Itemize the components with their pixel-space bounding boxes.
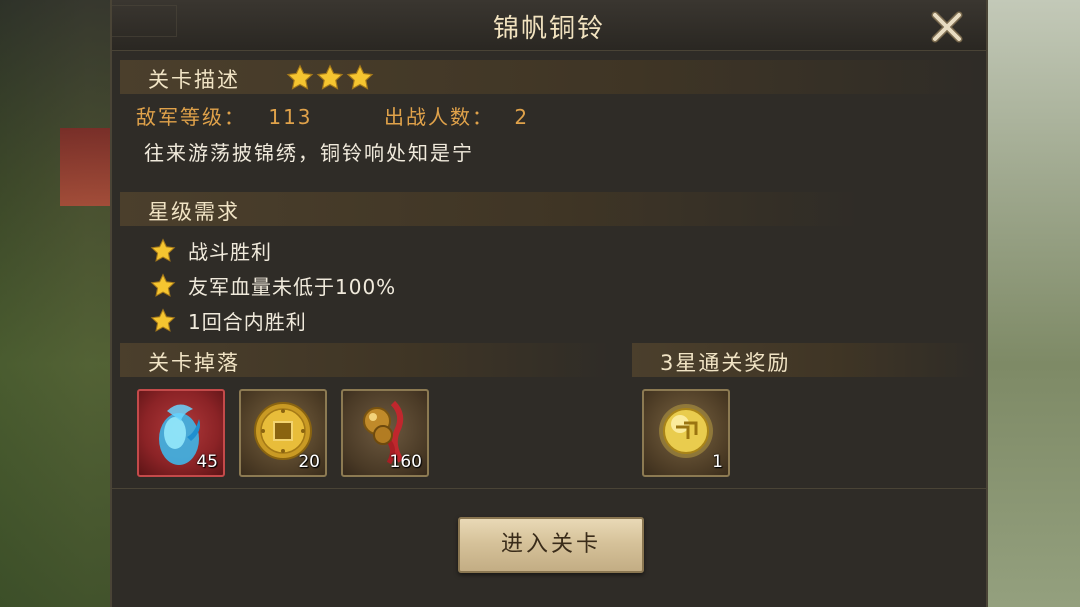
star-icon xyxy=(286,64,314,90)
troop-count: 出战人数： 2 xyxy=(384,101,529,130)
item-count: 160 xyxy=(389,452,422,472)
reward-label: 3星通关奖励 xyxy=(660,351,791,375)
star-req-label: 星级需求 xyxy=(148,200,240,224)
star-icon xyxy=(150,307,176,332)
stage-poem: 往来游荡披锦绣，铜铃响处知是宁 xyxy=(144,141,474,165)
troop-count-label: 出战人数： xyxy=(384,105,494,129)
drops-header: 关卡掉落 xyxy=(120,343,610,377)
reward-item-slot[interactable]: 1 xyxy=(642,389,730,477)
item-count: 20 xyxy=(298,452,320,472)
troop-count-value: 2 xyxy=(514,105,530,129)
dialog-title: 锦帆铜铃 xyxy=(492,14,605,44)
close-button[interactable] xyxy=(928,6,968,46)
star-req-text: 战斗胜利 xyxy=(188,240,272,264)
star-req-text: 1回合内胜利 xyxy=(188,310,307,334)
background-left xyxy=(0,0,112,607)
star-icon xyxy=(150,272,176,297)
background-red-banner xyxy=(60,128,110,206)
star-req-item: 战斗胜利 xyxy=(150,236,272,265)
star-icon xyxy=(346,64,374,90)
star-req-text: 友军血量未低于100% xyxy=(188,275,397,299)
enemy-level-value: 113 xyxy=(268,105,313,129)
star-icon xyxy=(316,64,344,90)
item-count: 1 xyxy=(712,452,723,472)
enemy-level: 敌军等级： 113 xyxy=(136,101,313,130)
close-icon xyxy=(931,11,963,43)
item-count: 45 xyxy=(196,452,218,472)
drop-item-slot[interactable]: 160 xyxy=(341,389,429,477)
drop-item-slot[interactable]: 20 xyxy=(239,389,327,477)
stage-desc-header: 关卡描述 xyxy=(120,60,980,94)
stage-dialog: 锦帆铜铃 关卡描述 敌军等级： 113 出战人数： 2 往来游荡披锦绣，铜铃响处… xyxy=(110,0,988,607)
star-req-header: 星级需求 xyxy=(120,192,860,226)
stage-desc-label: 关卡描述 xyxy=(148,68,240,92)
dialog-titlebar: 锦帆铜铃 xyxy=(112,0,986,51)
stage-stars xyxy=(286,64,374,92)
background-right xyxy=(988,0,1080,607)
star-icon xyxy=(150,237,176,262)
footer-divider xyxy=(112,488,986,489)
enemy-level-label: 敌军等级： xyxy=(136,105,246,129)
drops-label: 关卡掉落 xyxy=(148,351,240,375)
star-req-item: 友军血量未低于100% xyxy=(150,271,396,300)
star-req-item: 1回合内胜利 xyxy=(150,306,307,335)
enter-stage-button[interactable]: 进入关卡 xyxy=(458,517,644,573)
drop-item-slot[interactable]: 45 xyxy=(137,389,225,477)
reward-header: 3星通关奖励 xyxy=(632,343,977,377)
